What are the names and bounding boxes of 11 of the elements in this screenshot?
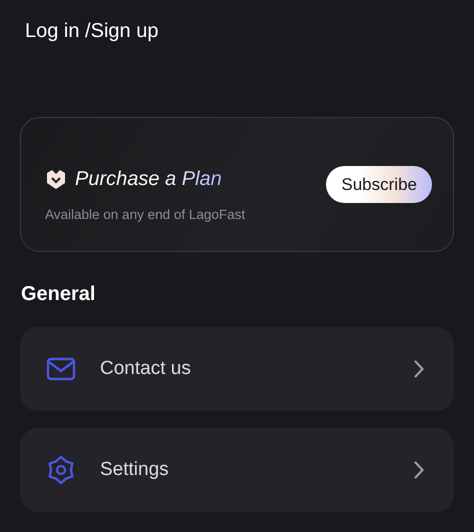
section-title: General <box>21 282 96 306</box>
plan-subtitle: Available on any end of LagoFast <box>45 207 246 222</box>
subscribe-button[interactable]: Subscribe <box>326 166 432 203</box>
settings-icon <box>46 455 76 485</box>
mail-icon <box>46 357 76 381</box>
chevron-icon <box>414 360 424 378</box>
menu-item[interactable]: Settings <box>20 428 454 512</box>
shield-icon <box>45 168 67 190</box>
chevron-icon <box>414 461 424 479</box>
login-link[interactable]: Log in /Sign up <box>25 18 158 44</box>
menu-item[interactable]: Contact us <box>20 327 454 411</box>
